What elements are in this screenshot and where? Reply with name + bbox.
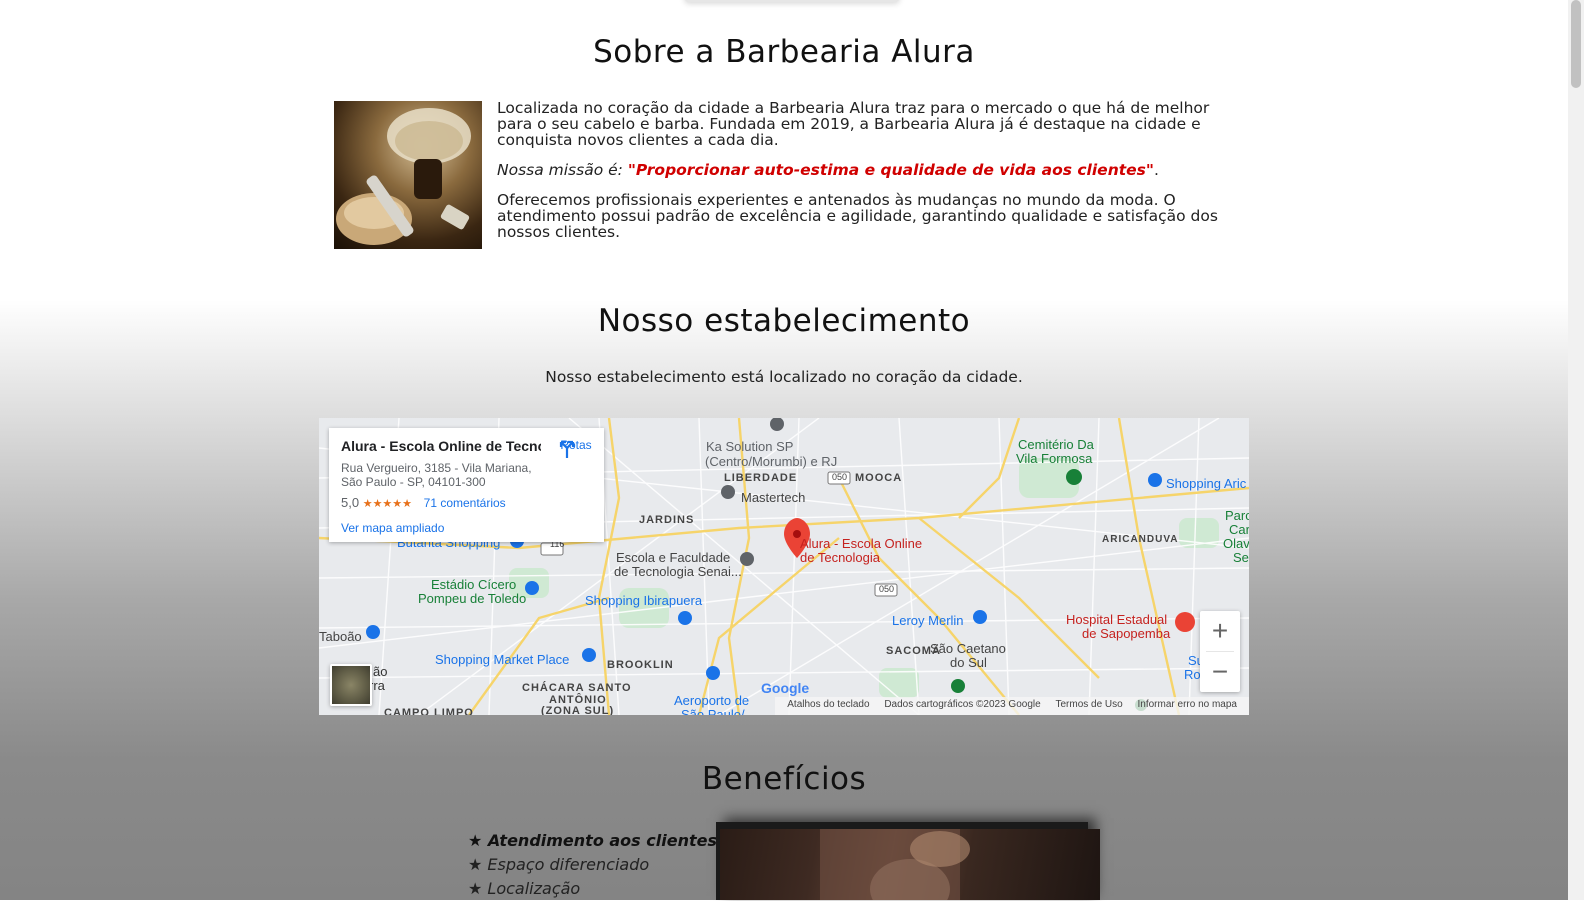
mission-paragraph: Nossa missão é: "Proporcionar auto-estim… bbox=[497, 162, 1233, 178]
map-label-sao-caetano-2: do Sul bbox=[950, 655, 987, 670]
mission-label: Nossa missão é: bbox=[497, 161, 628, 179]
benefit-item: ★ Espaço diferenciado bbox=[468, 855, 650, 874]
location-title: Nosso estabelecimento bbox=[597, 303, 971, 339]
map-label-se: Se bbox=[1233, 550, 1249, 565]
about-paragraph-3: Oferecemos profissionais experientes e a… bbox=[497, 191, 1218, 241]
terms-link[interactable]: Termos de Uso bbox=[1055, 699, 1122, 710]
map-data-text: Dados cartográficos ©2023 Google bbox=[884, 699, 1041, 710]
scrollbar-thumb[interactable] bbox=[1571, 0, 1581, 88]
map-label-alura-1: Alura - Escola Online bbox=[800, 536, 923, 551]
map-label-cemiterio-2: Vila Formosa bbox=[1016, 451, 1093, 466]
map-label-ka-solution: Ka Solution SP bbox=[706, 439, 794, 454]
benefits-image bbox=[720, 829, 1100, 900]
map-label-aeroporto-1: Aeroporto de bbox=[674, 693, 750, 708]
map-label-alura-2: de Tecnologia bbox=[800, 550, 880, 565]
map-label-sat-1: ão bbox=[373, 664, 388, 679]
about-text: Localizada no coração da cidade a Barbea… bbox=[497, 100, 1233, 248]
map-label-aeroporto-2: São Paulo/ bbox=[681, 707, 745, 715]
map-label-estadio-2: Pompeu de Toledo bbox=[418, 591, 527, 606]
map-label-chacara-1: CHÁCARA SANTO bbox=[522, 682, 632, 694]
about-image bbox=[334, 101, 482, 249]
google-logo: Google bbox=[761, 680, 810, 696]
mission-quote: "Proporcionar auto-estima e qualidade de… bbox=[627, 161, 1154, 179]
place-info-card: Alura - Escola Online de Tecno... Rua Ve… bbox=[329, 428, 604, 542]
map-label-campo-limpo: CAMPO LIMPO bbox=[384, 707, 474, 715]
shaving-brush-illustration bbox=[336, 108, 471, 245]
map-label-olavo: Olavo bbox=[1223, 536, 1249, 551]
road-shield-050-b: 050 bbox=[879, 584, 895, 594]
place-name: Alura - Escola Online de Tecno... bbox=[341, 438, 541, 454]
benefit-item: ★ Localização bbox=[468, 879, 581, 898]
zoom-out-button[interactable]: − bbox=[1200, 652, 1240, 692]
barber-photo-illustration bbox=[820, 829, 970, 900]
map-label-taboao: Taboão bbox=[319, 629, 362, 644]
directions-icon bbox=[559, 440, 575, 458]
map-label-sao-caetano-1: São Caetano bbox=[930, 641, 1006, 656]
location-subtitle: Nosso estabelecimento está localizado no… bbox=[545, 368, 1023, 386]
keyboard-shortcuts-link[interactable]: Atalhos do teclado bbox=[787, 699, 869, 710]
reviews-link[interactable]: 71 comentários bbox=[424, 496, 506, 510]
place-rating: 5,0 ★★★★★ 71 comentários bbox=[341, 495, 506, 510]
directions-button[interactable]: Rotas bbox=[556, 438, 596, 458]
map-label-shopping-aric: Shopping Aric bbox=[1166, 476, 1247, 491]
map-label-mastertech: Mastertech bbox=[741, 490, 806, 505]
place-address-line-2: São Paulo - SP, 04101-300 bbox=[341, 475, 486, 489]
satellite-toggle-button[interactable] bbox=[330, 664, 372, 706]
about-title: Sobre a Barbearia Alura bbox=[593, 34, 975, 70]
map-label-senai-2: de Tecnologia Senai... bbox=[614, 564, 742, 579]
place-address-line-1: Rua Vergueiro, 3185 - Vila Mariana, bbox=[341, 461, 532, 475]
map-label-cemiterio-1: Cemitério Da bbox=[1018, 437, 1094, 452]
map-label-car: Car bbox=[1229, 522, 1249, 537]
google-map-embed[interactable]: Ka Solution SP (Centro/Morumbi) e RJ LIB… bbox=[319, 418, 1249, 715]
zoom-in-button[interactable]: + bbox=[1200, 611, 1240, 651]
map-label-shopping-ibirapuera: Shopping Ibirapuera bbox=[585, 593, 703, 608]
map-label-shopping-market: Shopping Market Place bbox=[435, 652, 570, 667]
about-paragraph-1: Localizada no coração da cidade a Barbea… bbox=[497, 99, 1210, 149]
benefits-list: ★ Atendimento aos clientes ★ Espaço dife… bbox=[468, 829, 717, 901]
zoom-controls: + − bbox=[1200, 611, 1240, 692]
map-label-ka-solution-2: (Centro/Morumbi) e RJ bbox=[705, 454, 838, 469]
map-label-parq: Parc bbox=[1225, 508, 1249, 523]
report-error-link[interactable]: Informar erro no mapa bbox=[1138, 699, 1238, 710]
map-label-leroy-merlin: Leroy Merlin bbox=[892, 613, 964, 628]
mission-end: . bbox=[1153, 161, 1159, 179]
map-attribution-bar: Atalhos do teclado Dados cartográficos ©… bbox=[775, 697, 1249, 715]
page-scrollbar[interactable] bbox=[1568, 0, 1584, 900]
view-larger-map-link[interactable]: Ver mapa ampliado bbox=[341, 521, 444, 535]
rating-value: 5,0 bbox=[341, 495, 360, 510]
header-menu-edge bbox=[684, 0, 900, 2]
map-label-liberdade: LIBERDADE bbox=[724, 472, 798, 484]
map-label-brooklin: BROOKLIN bbox=[607, 659, 674, 671]
map-label-senai-1: Escola e Faculdade bbox=[616, 550, 731, 565]
road-shield-050: 050 bbox=[832, 472, 848, 482]
benefit-item: ★ Atendimento aos clientes bbox=[468, 831, 717, 850]
map-label-jardins: JARDINS bbox=[639, 514, 695, 526]
rating-stars-icon: ★★★★★ bbox=[362, 498, 413, 510]
benefits-title: Benefícios bbox=[701, 761, 867, 797]
map-label-mooca: MOOCA bbox=[855, 472, 903, 484]
map-label-chacara-3: (ZONA SUL) bbox=[541, 705, 615, 715]
map-label-hospital-1: Hospital Estadual bbox=[1066, 612, 1168, 627]
map-label-estadio-1: Estádio Cícero bbox=[431, 577, 517, 592]
map-label-hospital-2: de Sapopemba bbox=[1082, 626, 1171, 641]
place-address: Rua Vergueiro, 3185 - Vila Mariana, São … bbox=[341, 461, 541, 489]
map-label-aricanduva: ARICANDUVA bbox=[1102, 534, 1179, 545]
